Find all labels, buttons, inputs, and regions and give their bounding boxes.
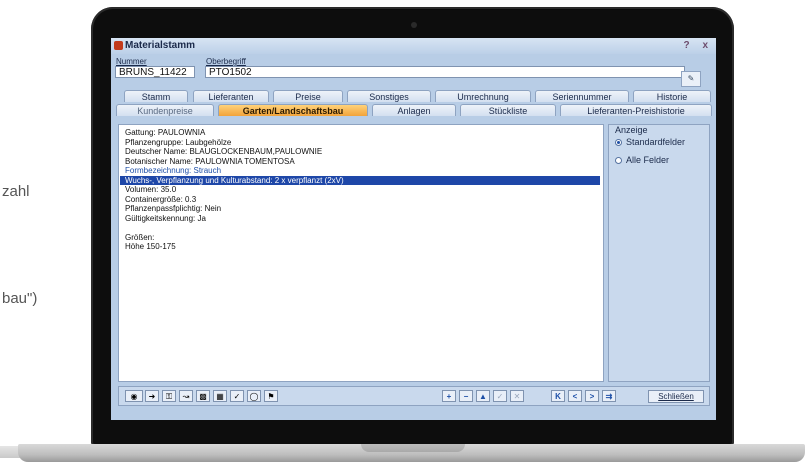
chart-icon[interactable]: ↝ bbox=[179, 390, 193, 402]
line-containergroesse: Containergröße: 0.3 bbox=[125, 194, 197, 204]
tab-sonstiges[interactable]: Sonstiges bbox=[347, 90, 431, 102]
app-window: Materialstamm ? x Nummer BRUNS_11422 Obe… bbox=[111, 38, 716, 420]
tab-lieferanten-preishistorie[interactable]: Lieferanten-Preishistorie bbox=[560, 104, 712, 116]
tab-stueckliste[interactable]: Stückliste bbox=[460, 104, 556, 116]
background-text-2: bau") bbox=[2, 290, 38, 307]
help-icon[interactable]: ✎ bbox=[681, 71, 701, 87]
up-icon[interactable]: ▲ bbox=[476, 390, 490, 402]
details-text-area[interactable]: Gattung: PAULOWNIA Pflanzengruppe: Laubg… bbox=[118, 124, 604, 382]
bottom-toolbar: ◉ ➜ ⚿ ↝ ▩ ▦ ✓ ◯ ⚑ + − ▲ ✓ ✕ K < > ⇉ Schl… bbox=[118, 386, 710, 406]
first-icon[interactable]: K bbox=[551, 390, 565, 402]
check-icon[interactable]: ✓ bbox=[493, 390, 507, 402]
radio-standardfelder-label: Standardfelder bbox=[626, 137, 686, 147]
help-window-button[interactable]: ? bbox=[684, 40, 690, 51]
nummer-field[interactable]: BRUNS_11422 bbox=[115, 66, 195, 78]
tab-historie[interactable]: Historie bbox=[633, 90, 711, 102]
calendar-icon[interactable]: ▦ bbox=[213, 390, 227, 402]
line-gueltigkeit: Gültigkeitskennung: Ja bbox=[125, 213, 206, 223]
line-botanischer-name: Botanischer Name: PAULOWNIA TOMENTOSA bbox=[125, 156, 295, 166]
tab-stamm[interactable]: Stamm bbox=[124, 90, 188, 102]
glasses-icon[interactable]: ◉ bbox=[125, 390, 143, 402]
last-icon[interactable]: ⇉ bbox=[602, 390, 616, 402]
cancel-icon[interactable]: ✕ bbox=[510, 390, 524, 402]
radio-selected-icon bbox=[615, 139, 622, 146]
line-formbezeichnung: Formbezeichnung: Strauch bbox=[125, 166, 222, 175]
tag-icon[interactable]: ✓ bbox=[230, 390, 244, 402]
tab-kundenpreise[interactable]: Kundenpreise bbox=[116, 104, 214, 116]
camera-icon bbox=[411, 22, 417, 28]
circle-icon[interactable]: ◯ bbox=[247, 390, 261, 402]
close-window-button[interactable]: x bbox=[702, 40, 708, 51]
laptop-notch bbox=[361, 444, 465, 452]
add-icon[interactable]: + bbox=[442, 390, 456, 402]
line-pflanzengruppe: Pflanzengruppe: Laubgehölze bbox=[125, 137, 232, 147]
prev-icon[interactable]: < bbox=[568, 390, 582, 402]
line-groessen: Größen: bbox=[125, 232, 155, 242]
oberbegriff-label: Oberbegriff bbox=[206, 57, 246, 66]
line-gattung: Gattung: PAULOWNIA bbox=[125, 128, 206, 137]
oberbegriff-field[interactable]: PTO1502 bbox=[205, 66, 685, 78]
radio-alle-felder-label: Alle Felder bbox=[626, 155, 670, 165]
line-wuchs-selected[interactable]: Wuchs-, Verpflanzung und Kulturabstand: … bbox=[120, 175, 600, 185]
app-icon bbox=[114, 41, 123, 50]
tab-umrechnung[interactable]: Umrechnung bbox=[435, 90, 531, 102]
display-options-panel: Anzeige Standardfelder Alle Felder bbox=[608, 124, 710, 382]
window-controls: ? x bbox=[674, 38, 708, 54]
remove-icon[interactable]: − bbox=[459, 390, 473, 402]
line-volumen: Volumen: 35.0 bbox=[125, 185, 177, 194]
next-icon[interactable]: > bbox=[585, 390, 599, 402]
line-hoehe: Höhe 150-175 bbox=[125, 242, 176, 251]
tab-anlagen[interactable]: Anlagen bbox=[372, 104, 456, 116]
radio-alle-felder[interactable]: Alle Felder bbox=[615, 155, 669, 165]
display-options-header: Anzeige bbox=[615, 125, 648, 135]
radio-standardfelder[interactable]: Standardfelder bbox=[615, 137, 685, 147]
image-icon[interactable]: ▩ bbox=[196, 390, 210, 402]
export-icon[interactable]: ➜ bbox=[145, 390, 159, 402]
background-text-1: zahl bbox=[2, 183, 30, 200]
tab-garten-landschaftsbau[interactable]: Garten/Landschaftsbau bbox=[218, 104, 368, 116]
line-pflanzenpass: Pflanzenpassfplichtig: Nein bbox=[125, 204, 222, 213]
title-bar: Materialstamm ? x bbox=[111, 38, 716, 54]
radio-unselected-icon bbox=[615, 157, 622, 164]
tab-lieferanten[interactable]: Lieferanten bbox=[193, 90, 269, 102]
nummer-label: Nummer bbox=[116, 57, 147, 66]
key-icon[interactable]: ⚿ bbox=[162, 390, 176, 402]
tab-preise[interactable]: Preise bbox=[273, 90, 343, 102]
tab-seriennummer[interactable]: Seriennummer bbox=[535, 90, 629, 102]
window-title: Materialstamm bbox=[125, 40, 196, 51]
line-deutscher-name: Deutscher Name: BLAUGLOCKENBAUM,PAULOWNI… bbox=[125, 147, 323, 156]
close-button[interactable]: Schließen bbox=[648, 390, 704, 403]
pin-icon[interactable]: ⚑ bbox=[264, 390, 278, 402]
